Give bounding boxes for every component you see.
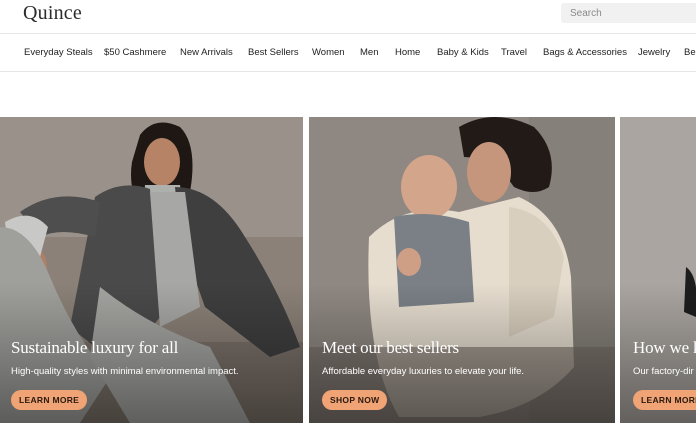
- nav-item-50-cashmere[interactable]: $50 Cashmere: [104, 47, 166, 58]
- main-nav: Everyday Steals $50 Cashmere New Arrival…: [0, 33, 696, 72]
- search-box[interactable]: [561, 3, 696, 23]
- search-input[interactable]: [561, 3, 696, 23]
- nav-item-home[interactable]: Home: [395, 47, 420, 58]
- nav-item-best-sellers[interactable]: Best Sellers: [248, 47, 299, 58]
- nav-item-jewelry[interactable]: Jewelry: [638, 47, 670, 58]
- learn-more-button[interactable]: LEARN MORE: [11, 390, 88, 410]
- card-subtitle: High-quality styles with minimal environ…: [11, 366, 239, 377]
- card-subtitle: Our factory-dir: [633, 366, 694, 377]
- card-title: Sustainable luxury for all: [11, 338, 179, 357]
- nav-item-bags-accessories[interactable]: Bags & Accessories: [543, 47, 627, 58]
- hero-card-factory[interactable]: How we ke Our factory-dir LEARN MORE: [620, 117, 696, 423]
- shop-now-button[interactable]: SHOP NOW: [322, 390, 388, 410]
- learn-more-button[interactable]: LEARN MORE: [633, 390, 696, 410]
- card-title: Meet our best sellers: [322, 338, 459, 357]
- nav-item-baby-kids[interactable]: Baby & Kids: [437, 47, 489, 58]
- nav-item-women[interactable]: Women: [312, 47, 345, 58]
- site-header: Quince: [0, 0, 696, 33]
- hero-card-best-sellers[interactable]: Meet our best sellers Affordable everyda…: [309, 117, 615, 423]
- nav-item-travel[interactable]: Travel: [501, 47, 527, 58]
- nav-item-new-arrivals[interactable]: New Arrivals: [180, 47, 233, 58]
- nav-item-everyday-steals[interactable]: Everyday Steals: [24, 47, 93, 58]
- card-title: How we ke: [633, 338, 696, 357]
- card-subtitle: Affordable everyday luxuries to elevate …: [322, 366, 525, 377]
- nav-item-beauty[interactable]: Bea: [684, 47, 696, 58]
- nav-item-men[interactable]: Men: [360, 47, 378, 58]
- hero-card-sustainable[interactable]: Sustainable luxury for all High-quality …: [0, 117, 303, 423]
- quince-logo[interactable]: Quince: [23, 2, 82, 25]
